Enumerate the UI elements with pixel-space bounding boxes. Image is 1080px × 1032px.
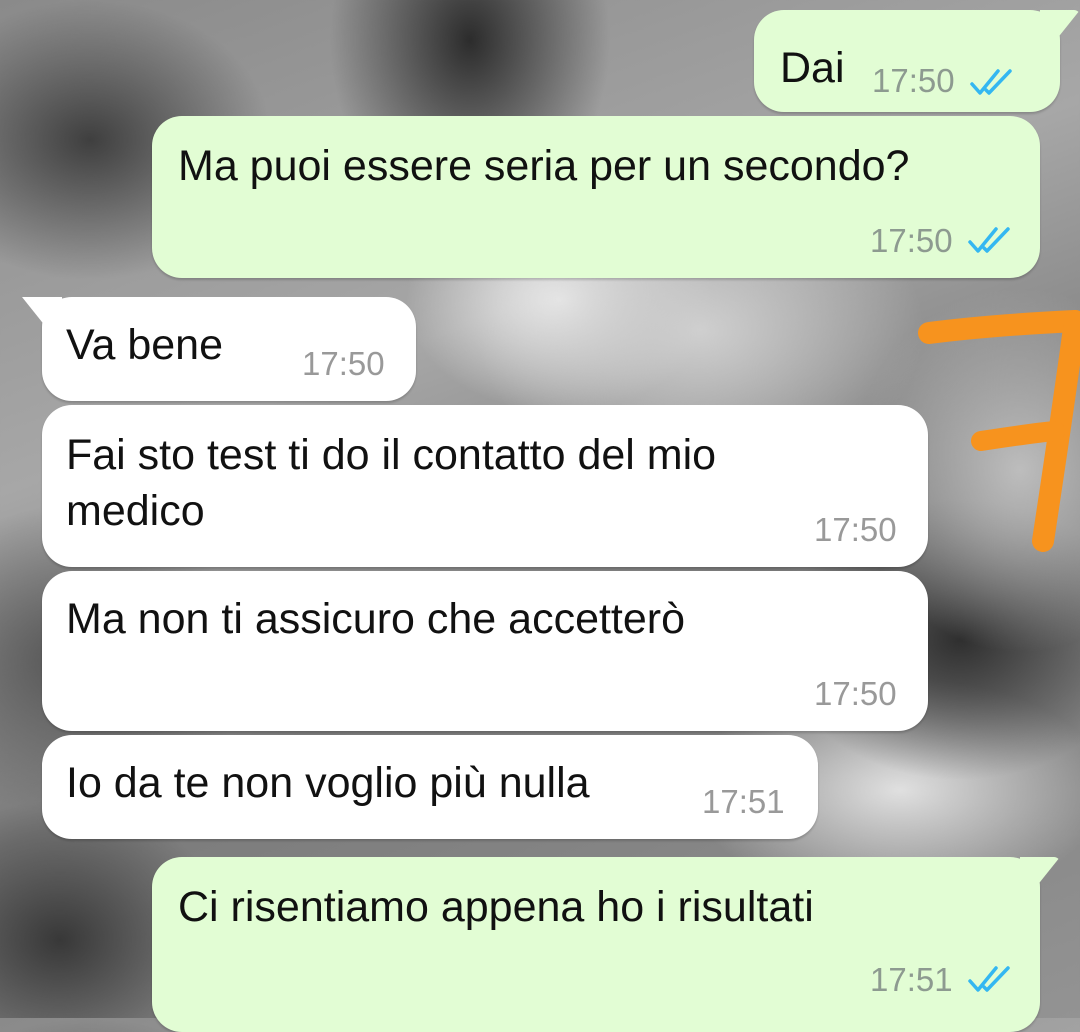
message-time: 17:50 [814, 675, 897, 712]
outgoing-message[interactable]: Dai 17:50 [754, 10, 1080, 112]
message-time: 17:50 [302, 345, 385, 382]
double-check-icon [970, 69, 1012, 95]
double-check-icon [968, 966, 1010, 992]
message-time: 17:51 [702, 783, 785, 820]
bubble-tail [1040, 10, 1080, 40]
message-time: 17:51 [870, 961, 953, 998]
message-text-line-2: medico [66, 487, 205, 535]
message-time: 17:50 [870, 222, 953, 259]
message-time: 17:50 [872, 62, 955, 99]
message-text: Ma non ti assicuro che accetterò [66, 595, 686, 643]
message-text: Va bene [66, 321, 224, 369]
message-text: Io da te non voglio più nulla [66, 759, 590, 807]
message-text: Ma puoi essere seria per un secondo? [178, 142, 910, 190]
incoming-message[interactable]: Va bene 17:50 [22, 297, 416, 401]
incoming-message[interactable]: Fai sto test ti do il contatto del mio m… [42, 405, 928, 567]
chat-area: Dai 17:50 Ma puoi essere seria per un se… [0, 0, 1080, 1032]
double-check-icon [968, 227, 1010, 253]
incoming-message[interactable]: Io da te non voglio più nulla 17:51 [42, 735, 818, 839]
bubble-tail [1020, 857, 1060, 887]
incoming-message[interactable]: Ma non ti assicuro che accetterò 17:50 [42, 571, 928, 731]
message-text-line-1: Fai sto test ti do il contatto del mio [66, 431, 717, 479]
outgoing-message[interactable]: Ci risentiamo appena ho i risultati 17:5… [152, 857, 1060, 1032]
message-text: Ci risentiamo appena ho i risultati [178, 883, 814, 931]
message-text: Dai [780, 44, 845, 92]
outgoing-message[interactable]: Ma puoi essere seria per un secondo? 17:… [152, 116, 1040, 278]
orange-scribble [918, 310, 1080, 552]
bubble-tail [22, 297, 62, 327]
message-time: 17:50 [814, 511, 897, 548]
